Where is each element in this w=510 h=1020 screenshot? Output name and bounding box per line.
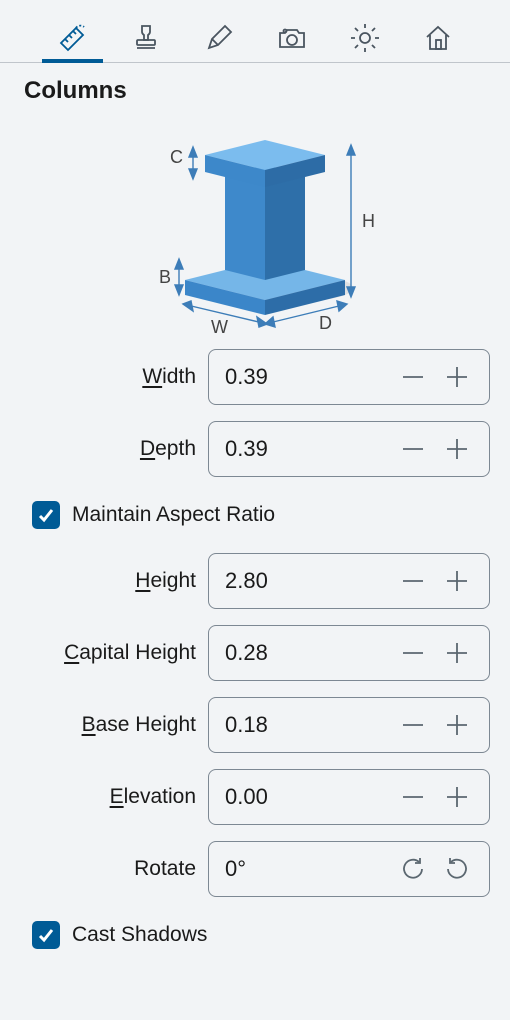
depth-input[interactable]: 0.39 [208,421,490,477]
plus-icon [444,568,470,594]
height-label: Height [20,569,196,593]
rotate-cw-icon [400,856,426,882]
diagram-label-h: H [362,211,375,231]
tab-camera[interactable] [273,14,310,62]
column-diagram: C H B W D [20,115,490,335]
elevation-input[interactable]: 0.00 [208,769,490,825]
tab-edit[interactable] [200,14,237,62]
base-height-input[interactable]: 0.18 [208,697,490,753]
plus-icon [444,436,470,462]
capital-height-increment[interactable] [435,631,479,675]
tab-materials[interactable] [127,14,164,62]
tab-scene[interactable] [419,14,456,62]
depth-increment[interactable] [435,427,479,471]
elevation-increment[interactable] [435,775,479,819]
tab-lighting[interactable] [346,14,383,62]
house-icon [422,22,454,54]
sun-icon [348,21,382,55]
capital-height-label: Capital Height [20,641,196,665]
elevation-label: Elevation [20,785,196,809]
row-depth: Depth 0.39 [20,421,490,477]
cast-shadows-checkbox[interactable] [32,921,60,949]
tab-dimensions[interactable] [54,14,91,62]
width-decrement[interactable] [391,355,435,399]
height-input[interactable]: 2.80 [208,553,490,609]
minus-icon [400,364,426,390]
cast-shadows-label: Cast Shadows [72,923,207,947]
stamp-icon [130,22,162,54]
row-height: Height 2.80 [20,553,490,609]
row-elevation: Elevation 0.00 [20,769,490,825]
plus-icon [444,640,470,666]
width-label: Width [20,365,196,389]
minus-icon [400,712,426,738]
base-height-label: Base Height [20,713,196,737]
aspect-ratio-row: Maintain Aspect Ratio [20,493,490,537]
cast-shadows-row: Cast Shadows [20,913,490,957]
rotate-label: Rotate [20,857,196,881]
depth-value[interactable]: 0.39 [225,436,391,462]
rotate-cw[interactable] [391,847,435,891]
width-input[interactable]: 0.39 [208,349,490,405]
row-capital-height: Capital Height 0.28 [20,625,490,681]
rotate-input[interactable]: 0° [208,841,490,897]
diagram-label-d: D [319,313,332,333]
row-base-height: Base Height 0.18 [20,697,490,753]
pencil-icon [203,22,235,54]
ruler-icon [56,21,90,55]
aspect-ratio-label: Maintain Aspect Ratio [72,503,275,527]
height-value[interactable]: 2.80 [225,568,391,594]
columns-panel: Columns [0,63,510,977]
capital-height-input[interactable]: 0.28 [208,625,490,681]
aspect-ratio-checkbox[interactable] [32,501,60,529]
elevation-value[interactable]: 0.00 [225,784,391,810]
check-icon [37,926,55,944]
elevation-decrement[interactable] [391,775,435,819]
base-height-value[interactable]: 0.18 [225,712,391,738]
plus-icon [444,784,470,810]
minus-icon [400,784,426,810]
base-height-decrement[interactable] [391,703,435,747]
depth-label: Depth [20,437,196,461]
capital-height-value[interactable]: 0.28 [225,640,391,666]
diagram-label-c: C [170,147,183,167]
panel-title: Columns [24,77,490,105]
tab-bar [0,0,510,63]
minus-icon [400,640,426,666]
height-decrement[interactable] [391,559,435,603]
check-icon [37,506,55,524]
row-width: Width 0.39 [20,349,490,405]
capital-height-decrement[interactable] [391,631,435,675]
camera-icon [276,22,308,54]
base-height-increment[interactable] [435,703,479,747]
diagram-label-b: B [159,267,171,287]
rotate-ccw-icon [444,856,470,882]
depth-decrement[interactable] [391,427,435,471]
rotate-value[interactable]: 0° [225,856,391,882]
height-increment[interactable] [435,559,479,603]
row-rotate: Rotate 0° [20,841,490,897]
minus-icon [400,436,426,462]
plus-icon [444,364,470,390]
rotate-ccw[interactable] [435,847,479,891]
plus-icon [444,712,470,738]
diagram-label-w: W [211,317,228,335]
width-increment[interactable] [435,355,479,399]
minus-icon [400,568,426,594]
width-value[interactable]: 0.39 [225,364,391,390]
